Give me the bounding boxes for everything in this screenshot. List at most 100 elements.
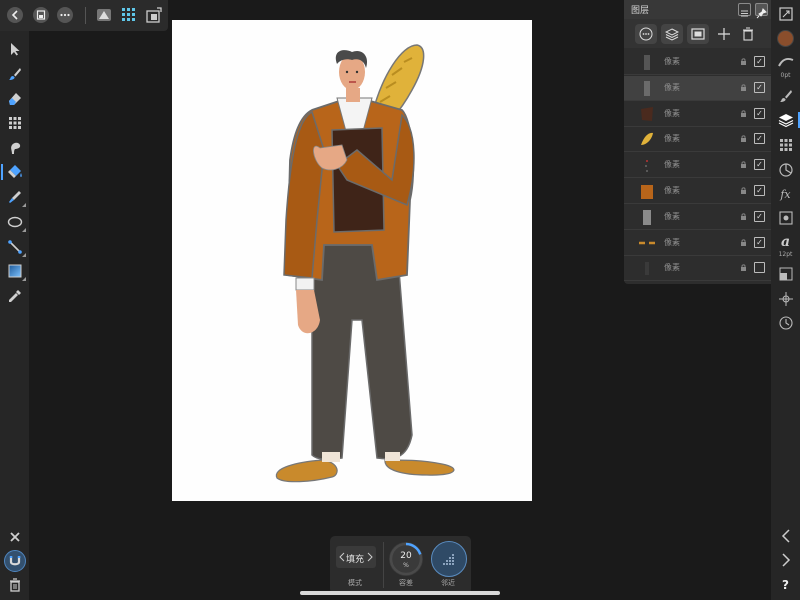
layer-thumbnail	[641, 185, 653, 199]
persona-pixel-icon[interactable]	[95, 6, 113, 24]
navigator-icon[interactable]	[775, 4, 796, 24]
home-indicator	[300, 591, 500, 595]
smudge-tool-icon[interactable]	[5, 138, 25, 158]
layer-row[interactable]: 像素 ✓	[624, 231, 771, 256]
context-toolbar: 填充 模式 20 % 容差 邻近	[330, 536, 471, 594]
layer-name: 像素	[664, 160, 680, 170]
layer-visibility-checkbox[interactable]: ✓	[754, 236, 765, 248]
line-tool-icon[interactable]	[5, 237, 26, 257]
app-window: 图层 像素 ✓ 像素 ✓ 像素 ✓ 像素 ✓ 像素 ✓ 像素 ✓ 像素 ✓ 像素…	[0, 0, 800, 600]
ellipse-tool-icon[interactable]	[5, 212, 26, 232]
layer-visibility-checkbox[interactable]: ✓	[754, 133, 765, 145]
tolerance-unit: %	[403, 562, 409, 569]
contiguous-toggle[interactable]	[431, 541, 467, 577]
brush-stroke-icon[interactable]	[775, 52, 796, 72]
layers-studio-icon[interactable]	[775, 110, 800, 130]
pin-icon[interactable]	[755, 3, 768, 19]
layer-row[interactable]: 像素 ✓	[624, 205, 771, 230]
delete-layer-icon[interactable]	[737, 24, 759, 44]
layer-row[interactable]: 像素 ✓	[624, 127, 771, 153]
save-icon[interactable]	[32, 6, 50, 24]
layer-visibility-checkbox[interactable]: ✓	[754, 210, 765, 222]
lock-icon[interactable]	[740, 239, 747, 246]
selection-brush-tool-icon[interactable]	[5, 113, 25, 133]
layers-panel-header: 图层	[624, 0, 771, 19]
layer-visibility-checkbox[interactable]: ✓	[754, 81, 765, 93]
eyedropper-tool-icon[interactable]	[5, 286, 25, 306]
layer-row[interactable]: 像素 ✓	[624, 102, 771, 127]
layer-thumbnail	[639, 241, 655, 244]
layers-toolbar	[624, 19, 771, 48]
layer-row[interactable]: 像素 ✓	[624, 50, 771, 75]
layer-row[interactable]: 像素 ✓	[624, 179, 771, 204]
lock-icon[interactable]	[740, 161, 747, 169]
move-tool-icon[interactable]	[5, 39, 25, 59]
brushes-icon[interactable]	[775, 86, 796, 106]
layer-visibility-checkbox[interactable]: ✓	[754, 107, 765, 119]
transform-icon[interactable]	[775, 264, 796, 284]
gradient-tool-icon[interactable]	[5, 261, 26, 281]
layer-row[interactable]: 像素	[624, 256, 771, 282]
export-icon[interactable]	[145, 6, 163, 24]
color-swatch[interactable]	[775, 28, 796, 48]
lock-icon[interactable]	[740, 58, 747, 65]
tools-panel	[0, 31, 29, 600]
document-canvas[interactable]	[172, 20, 532, 501]
lock-icon[interactable]	[740, 84, 747, 91]
erase-brush-tool-icon[interactable]	[5, 89, 25, 109]
back-icon[interactable]	[6, 6, 24, 24]
illustration-artwork	[275, 44, 455, 483]
text-styles-icon[interactable]: a	[775, 232, 796, 252]
layer-thumbnail	[644, 80, 650, 96]
layer-name: 像素	[664, 237, 680, 247]
chevron-right-icon[interactable]	[775, 550, 796, 570]
lock-icon[interactable]	[740, 187, 747, 194]
layer-options-icon[interactable]	[635, 24, 657, 44]
layer-thumbnail	[644, 55, 650, 70]
paint-brush-tool-icon[interactable]	[5, 64, 25, 84]
tolerance-value: 20	[400, 551, 412, 561]
layer-visibility-checkbox[interactable]: ✓	[754, 56, 765, 67]
styles-icon[interactable]	[775, 208, 796, 228]
contiguous-icon	[443, 554, 454, 565]
mask-layer-icon[interactable]	[687, 24, 709, 44]
tolerance-dial[interactable]: 20 %	[389, 542, 423, 576]
context-divider	[383, 542, 384, 588]
lock-icon[interactable]	[740, 135, 747, 143]
magnet-icon[interactable]	[4, 550, 26, 572]
layer-stack-icon[interactable]	[661, 24, 683, 44]
fill-mode-selector[interactable]: 填充	[336, 546, 376, 568]
layer-row[interactable]: 像素 ✓	[624, 153, 771, 179]
layer-name: 像素	[664, 186, 680, 195]
layer-name: 像素	[664, 263, 680, 273]
swatches-grid-icon[interactable]	[775, 135, 796, 155]
close-icon[interactable]	[5, 527, 25, 547]
trash-icon[interactable]	[5, 575, 25, 595]
color-picker-tool-icon[interactable]	[5, 187, 26, 207]
flood-fill-tool-icon[interactable]	[1, 162, 25, 182]
fill-mode-value: 填充	[346, 555, 365, 565]
tolerance-label: 容差	[399, 579, 413, 587]
layer-visibility-checkbox[interactable]: ✓	[754, 159, 765, 171]
layer-visibility-checkbox[interactable]: ✓	[754, 185, 765, 196]
layer-row[interactable]: 像素 ✓	[624, 75, 771, 101]
mode-prev-icon[interactable]	[339, 552, 345, 562]
grid-icon[interactable]	[120, 6, 138, 24]
panel-menu-icon[interactable]	[738, 3, 751, 17]
mode-next-icon[interactable]	[367, 552, 373, 562]
chevron-left-icon[interactable]	[775, 526, 796, 546]
layer-thumbnail	[645, 160, 648, 173]
layers-panel-title: 图层	[631, 6, 650, 16]
layers-panel: 图层 像素 ✓ 像素 ✓ 像素 ✓ 像素 ✓ 像素 ✓ 像素 ✓ 像素 ✓ 像素…	[624, 0, 771, 284]
lock-icon[interactable]	[740, 213, 747, 220]
add-layer-icon[interactable]	[713, 24, 735, 44]
lock-icon[interactable]	[740, 110, 747, 117]
navigator-crosshair-icon[interactable]	[775, 289, 796, 309]
effects-icon[interactable]: fx	[775, 184, 796, 204]
adjustments-icon[interactable]	[775, 160, 796, 180]
layer-visibility-checkbox[interactable]	[754, 262, 765, 274]
help-icon[interactable]: ?	[775, 575, 796, 595]
lock-icon[interactable]	[740, 264, 747, 272]
more-icon[interactable]	[56, 6, 74, 24]
history-icon[interactable]	[775, 313, 796, 333]
